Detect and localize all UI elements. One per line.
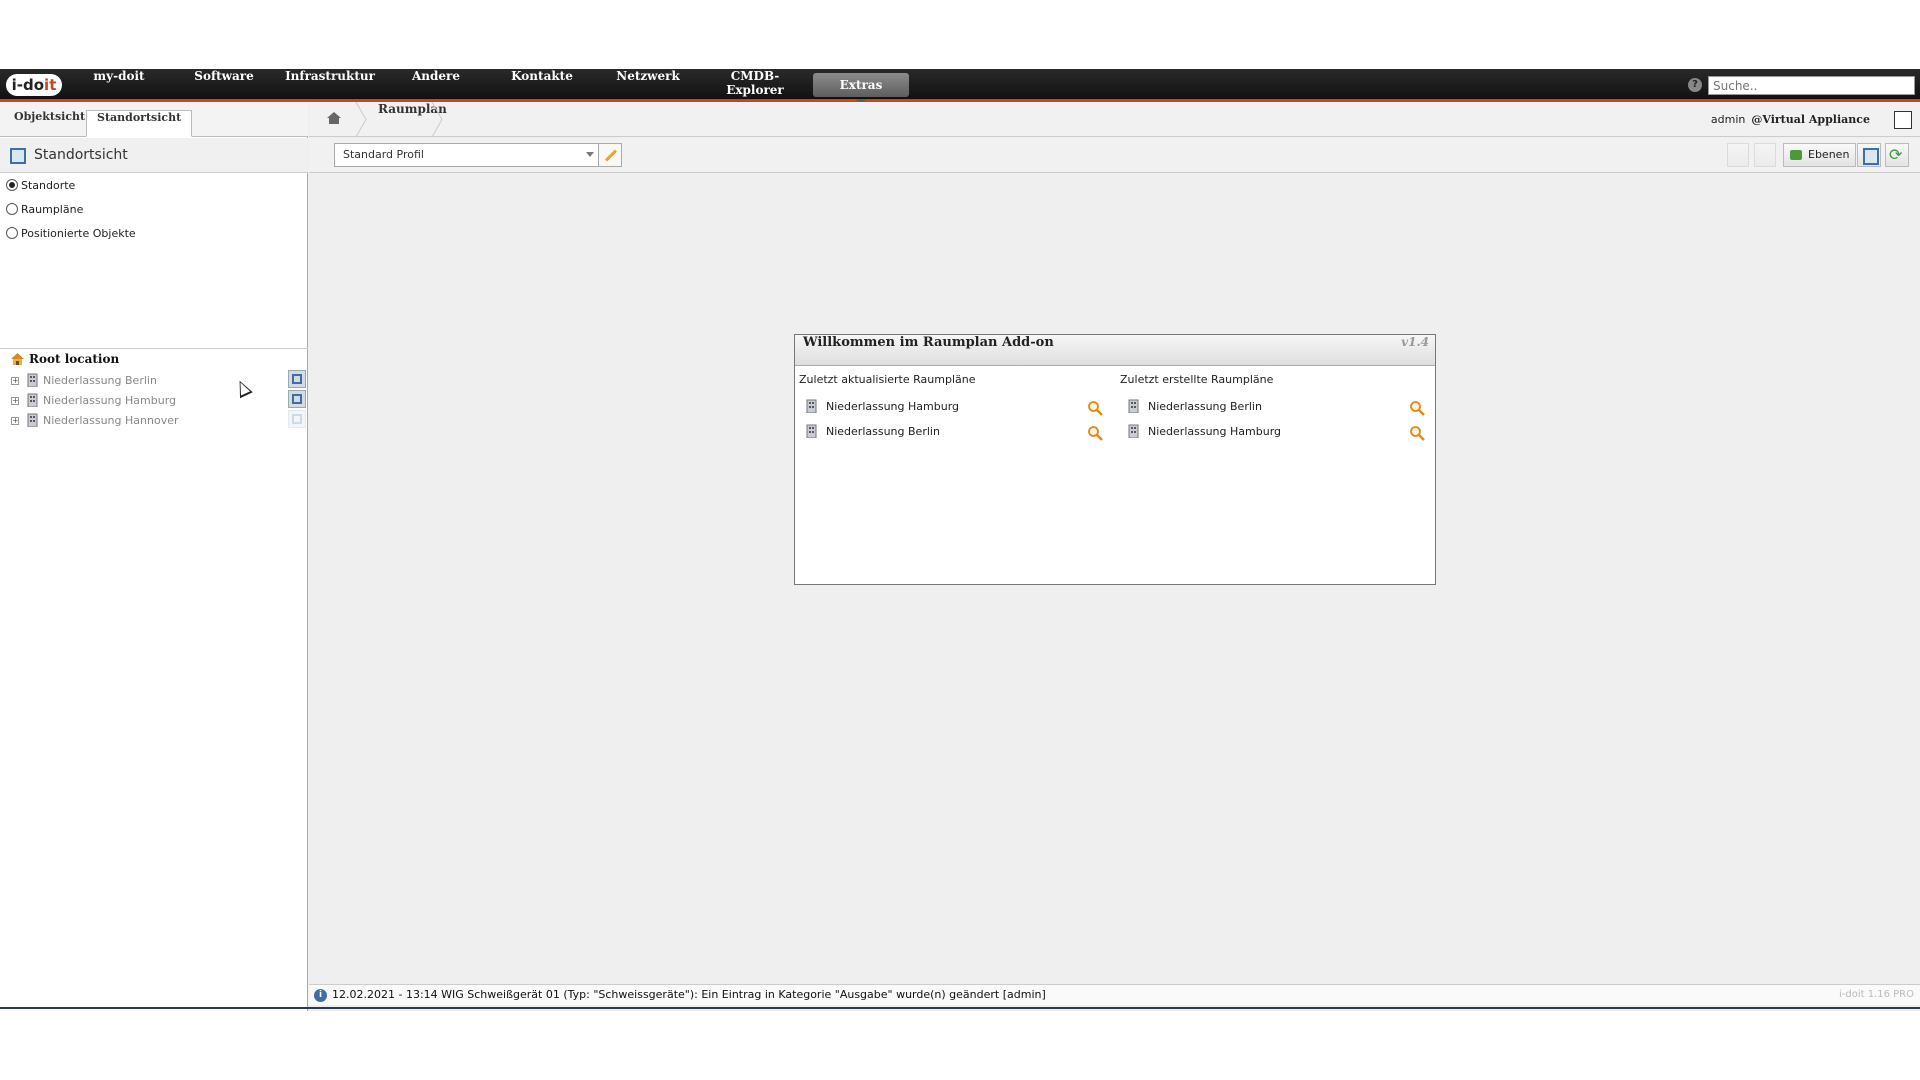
view-tabs: Objektsicht Standortsicht xyxy=(0,102,308,137)
breadcrumb-separator-icon xyxy=(355,102,367,137)
floorplan-icon xyxy=(292,374,302,384)
building-icon xyxy=(1128,399,1139,413)
layers-button[interactable]: Ebenen xyxy=(1783,143,1857,167)
save-button[interactable] xyxy=(1857,143,1881,167)
magnifier-icon[interactable] xyxy=(1409,425,1425,441)
status-message: 12.02.2021 - 13:14 WIG Schweißgerät 01 (… xyxy=(332,988,1046,1001)
panel-header: Standortsicht xyxy=(0,138,308,173)
radio-standorte[interactable]: Standorte xyxy=(6,177,75,195)
welcome-panel: Willkommen im Raumplan Add-on v1.4 Zulet… xyxy=(794,334,1436,585)
tab-standortsicht[interactable]: Standortsicht xyxy=(86,110,193,137)
welcome-title: Willkommen im Raumplan Add-on xyxy=(803,335,1054,350)
created-plan-item[interactable]: Niederlassung Berlin xyxy=(1127,398,1262,416)
magnifier-icon[interactable] xyxy=(1087,425,1103,441)
building-icon xyxy=(27,393,38,407)
welcome-header: Willkommen im Raumplan Add-on v1.4 xyxy=(795,335,1435,366)
toolbar: Standard Profil Ebenen xyxy=(309,138,1920,173)
building-icon xyxy=(806,424,817,438)
magnifier-icon[interactable] xyxy=(1409,400,1425,416)
expand-icon[interactable]: + xyxy=(11,417,19,425)
building-icon xyxy=(27,413,38,427)
status-bar: i 12.02.2021 - 13:14 WIG Schweißgerät 01… xyxy=(309,984,1920,1005)
created-plan-item[interactable]: Niederlassung Hamburg xyxy=(1127,423,1281,441)
created-plans-title: Zuletzt erstellte Raumpläne xyxy=(1120,373,1274,386)
app-window: i-doit my-doit Software Infrastruktur An… xyxy=(0,69,1920,1011)
chevron-down-icon xyxy=(586,152,594,157)
user-info[interactable]: admin @Virtual Appliance xyxy=(1711,102,1870,137)
magnifier-icon[interactable] xyxy=(1087,400,1103,416)
tenant-name: @Virtual Appliance xyxy=(1751,113,1870,126)
edit-profile-button[interactable] xyxy=(598,143,622,167)
nav-cmdb-explorer[interactable]: CMDB-Explorer xyxy=(703,69,807,99)
floorplan-icon xyxy=(292,414,302,424)
nav-kontakte[interactable]: Kontakte xyxy=(500,69,584,99)
updated-plans-title: Zuletzt aktualisierte Raumpläne xyxy=(799,373,976,386)
breadcrumb: Raumplan admin @Virtual Appliance xyxy=(309,102,1920,137)
breadcrumb-separator-icon xyxy=(431,102,443,137)
info-icon: i xyxy=(314,989,327,1002)
app-version: i-doit 1.16 PRO xyxy=(1838,989,1914,1000)
location-view-icon xyxy=(10,148,26,164)
building-icon xyxy=(1128,424,1139,438)
radio-checked-icon xyxy=(6,179,18,191)
export-button[interactable] xyxy=(1727,143,1749,167)
open-floorplan-button[interactable] xyxy=(288,370,306,388)
top-navigation: i-doit my-doit Software Infrastruktur An… xyxy=(0,69,1920,105)
i-doit-logo[interactable]: i-doit xyxy=(6,74,62,96)
open-floorplan-button[interactable] xyxy=(288,390,306,408)
divider xyxy=(0,348,308,349)
radio-unchecked-icon xyxy=(6,203,18,215)
nav-infrastruktur[interactable]: Infrastruktur xyxy=(280,69,380,99)
floorplan-icon xyxy=(292,394,302,404)
version-label: v1.4 xyxy=(1401,335,1429,349)
updated-plan-item[interactable]: Niederlassung Hamburg xyxy=(805,398,959,416)
building-icon xyxy=(806,399,817,413)
nav-extras[interactable]: Extras xyxy=(813,73,909,105)
home-icon[interactable] xyxy=(327,112,341,124)
help-icon[interactable]: ? xyxy=(1688,78,1702,92)
expand-icon[interactable]: + xyxy=(11,377,19,385)
profile-select[interactable]: Standard Profil xyxy=(334,143,599,167)
nav-andere[interactable]: Andere xyxy=(395,69,477,99)
radio-raumplaene[interactable]: Raumpläne xyxy=(6,201,83,219)
radio-positionierte-objekte[interactable]: Positionierte Objekte xyxy=(6,225,136,243)
refresh-button[interactable] xyxy=(1885,143,1909,167)
home-icon xyxy=(11,353,24,365)
search-input[interactable] xyxy=(1708,76,1915,95)
radio-unchecked-icon xyxy=(6,227,18,239)
expand-icon[interactable]: + xyxy=(11,397,19,405)
bottom-border xyxy=(0,1007,1920,1009)
tree-root[interactable]: Root location xyxy=(10,352,119,368)
nav-netzwerk[interactable]: Netzwerk xyxy=(606,69,690,99)
panel-title: Standortsicht xyxy=(34,147,128,163)
user-avatar-icon[interactable] xyxy=(1894,111,1912,129)
nav-my-doit[interactable]: my-doit xyxy=(78,69,160,99)
create-floorplan-button[interactable] xyxy=(288,410,306,428)
tree-item-berlin[interactable]: + Niederlassung Berlin xyxy=(11,373,157,389)
tab-objektsicht[interactable]: Objektsicht xyxy=(4,110,95,137)
zoom-button[interactable] xyxy=(1754,143,1776,167)
user-name: admin xyxy=(1710,113,1746,126)
left-panel: Objektsicht Standortsicht Standortsicht … xyxy=(0,102,308,1011)
tree-item-hamburg[interactable]: + Niederlassung Hamburg xyxy=(11,393,176,409)
updated-plan-item[interactable]: Niederlassung Berlin xyxy=(805,423,940,441)
nav-software[interactable]: Software xyxy=(180,69,268,99)
building-icon xyxy=(27,373,38,387)
tree-item-hannover[interactable]: + Niederlassung Hannover xyxy=(11,413,179,429)
